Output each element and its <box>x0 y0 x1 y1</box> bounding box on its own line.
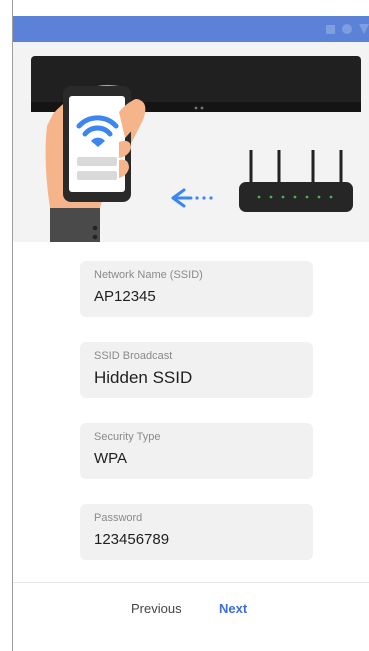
ssid-field[interactable]: Network Name (SSID) AP12345 <box>80 261 313 317</box>
square-icon <box>326 24 335 34</box>
ssid-broadcast-value: Hidden SSID <box>94 368 193 387</box>
ssid-value: AP12345 <box>94 288 156 305</box>
security-type-label: Security Type <box>94 431 161 443</box>
arrow-left-icon <box>171 188 213 208</box>
password-field[interactable]: Password 123456789 <box>80 504 313 560</box>
password-value: 123456789 <box>94 531 170 548</box>
status-bar <box>13 16 369 42</box>
circle-icon <box>342 24 352 34</box>
illustration-svg <box>31 56 361 242</box>
ssid-broadcast-label: SSID Broadcast <box>94 350 173 362</box>
security-type-field[interactable]: Security Type WPA <box>80 423 313 479</box>
password-label: Password <box>94 512 143 524</box>
next-button[interactable]: Next <box>219 601 247 616</box>
triangle-icon <box>359 24 369 34</box>
ssid-broadcast-field[interactable]: SSID Broadcast Hidden SSID <box>80 342 313 398</box>
previous-button[interactable]: Previous <box>131 601 182 616</box>
ssid-label: Network Name (SSID) <box>94 269 203 281</box>
setup-illustration <box>13 42 369 242</box>
network-settings-form: Network Name (SSID) AP12345 SSID Broadca… <box>80 261 313 585</box>
wizard-footer: Previous Next <box>13 583 369 638</box>
security-type-value: WPA <box>94 450 128 467</box>
hand-phone-icon <box>45 85 146 242</box>
router-icon <box>239 150 353 212</box>
status-icons <box>326 23 369 35</box>
